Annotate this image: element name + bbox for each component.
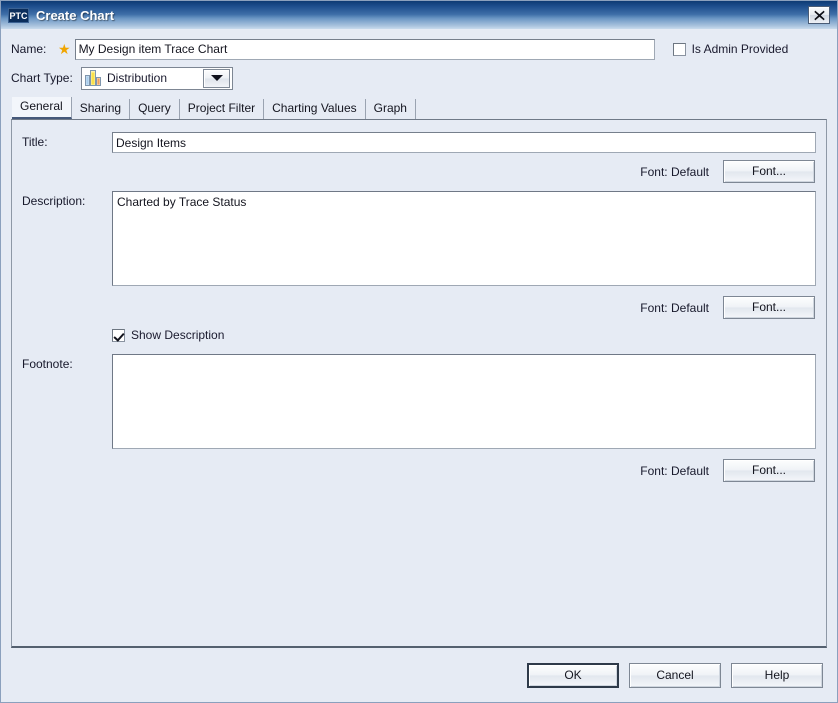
cancel-button[interactable]: Cancel (629, 662, 721, 688)
description-font-button[interactable]: Font... (723, 296, 815, 319)
description-font-status: Font: Default (640, 300, 709, 315)
title-input[interactable] (112, 132, 816, 153)
show-description-checkbox[interactable] (112, 328, 125, 342)
footnote-row: Footnote: (22, 354, 816, 452)
description-font-row: Font: Default Font... (22, 296, 816, 319)
general-tab-panel: Title: Font: Default Font... Description… (11, 119, 827, 648)
ptc-logo-icon: PTC (8, 7, 29, 23)
chart-type-label: Chart Type: (11, 71, 73, 85)
dialog-button-bar: OK Cancel Help (1, 648, 837, 702)
title-bar: PTC Create Chart (1, 1, 837, 29)
description-input-wrap (112, 191, 816, 289)
tab-charting-values[interactable]: Charting Values (264, 99, 366, 119)
description-label: Description: (22, 194, 86, 208)
tabs-area: General Sharing Query Project Filter Cha… (1, 94, 837, 648)
footnote-font-button[interactable]: Font... (723, 459, 815, 482)
title-input-wrap (112, 132, 816, 153)
bar-chart-icon (85, 70, 101, 86)
is-admin-provided-row[interactable]: Is Admin Provided (672, 42, 789, 56)
title-font-status: Font: Default (640, 164, 709, 179)
chart-type-value: Distribution (107, 71, 168, 85)
name-row: Name: ★ Is Admin Provided (11, 36, 827, 62)
show-description-row[interactable]: Show Description (22, 328, 816, 342)
title-label: Title: (22, 135, 48, 149)
is-admin-provided-label: Is Admin Provided (691, 42, 789, 56)
title-font-row: Font: Default Font... (22, 160, 816, 183)
ok-button[interactable]: OK (527, 662, 619, 688)
name-input[interactable] (74, 38, 655, 60)
tab-sharing[interactable]: Sharing (72, 99, 131, 119)
chart-type-row: Chart Type: Distribution (11, 65, 827, 91)
title-row: Title: (22, 132, 816, 153)
name-label: Name: (11, 42, 47, 56)
tab-project-filter[interactable]: Project Filter (180, 99, 265, 119)
help-button[interactable]: Help (731, 662, 823, 688)
footnote-font-row: Font: Default Font... (22, 459, 816, 482)
close-icon (813, 10, 825, 21)
footnote-label: Footnote: (22, 357, 73, 371)
tab-graph[interactable]: Graph (366, 99, 416, 119)
chevron-down-icon[interactable] (203, 68, 230, 88)
is-admin-provided-checkbox[interactable] (672, 42, 686, 56)
show-description-label: Show Description (131, 328, 225, 342)
tab-strip: General Sharing Query Project Filter Cha… (11, 97, 827, 119)
tab-query[interactable]: Query (130, 99, 180, 119)
tab-general[interactable]: General (12, 97, 72, 119)
footnote-input-wrap (112, 354, 816, 452)
description-row: Description: (22, 191, 816, 289)
required-star-icon: ★ (58, 41, 71, 57)
footnote-font-status: Font: Default (640, 463, 709, 478)
description-textarea[interactable] (112, 191, 816, 286)
close-button[interactable] (808, 6, 830, 24)
title-font-button[interactable]: Font... (723, 160, 815, 183)
chart-type-dropdown[interactable]: Distribution (81, 66, 233, 90)
footnote-textarea[interactable] (112, 354, 816, 449)
top-form: Name: ★ Is Admin Provided Chart Type: (1, 29, 837, 94)
create-chart-dialog: PTC Create Chart Name: ★ Is Admin Provid… (0, 0, 838, 703)
window-title: Create Chart (36, 7, 115, 23)
